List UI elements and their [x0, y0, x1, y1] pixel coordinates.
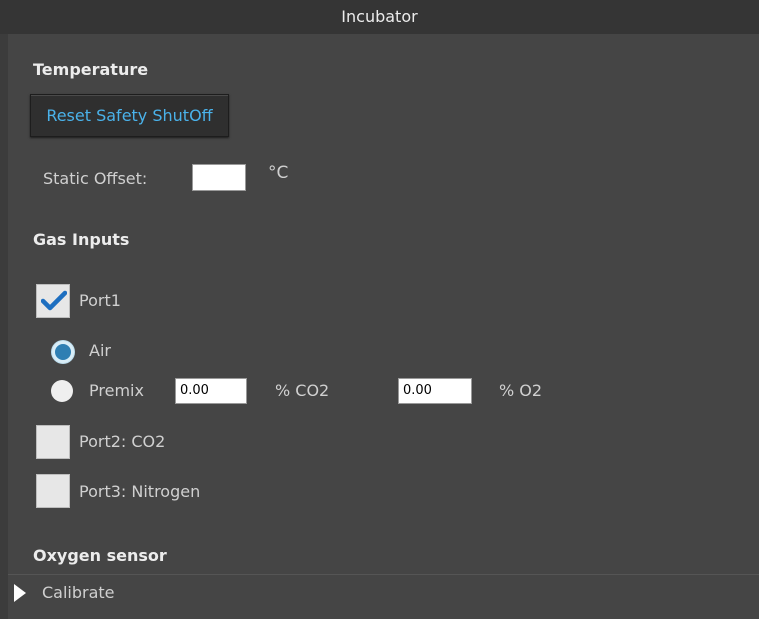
static-offset-input[interactable] — [192, 164, 246, 191]
premix-o2-input[interactable]: 0.00 — [398, 378, 472, 404]
port1-checkbox[interactable] — [36, 284, 70, 318]
static-offset-label: Static Offset: — [43, 169, 148, 188]
temperature-section-title: Temperature — [33, 60, 149, 79]
oxygen-sensor-section-title: Oxygen sensor — [33, 546, 167, 565]
reset-safety-shutoff-button[interactable]: Reset Safety ShutOff — [30, 94, 229, 137]
port1-label: Port1 — [79, 291, 121, 310]
port2-checkbox[interactable] — [36, 425, 70, 459]
calibrate-expander[interactable]: Calibrate — [8, 574, 759, 612]
gas-inputs-section-title: Gas Inputs — [33, 230, 130, 249]
port3-checkbox[interactable] — [36, 474, 70, 508]
o2-unit-label: % O2 — [499, 381, 543, 400]
co2-unit-label: % CO2 — [275, 381, 330, 400]
port3-label: Port3: Nitrogen — [79, 482, 201, 501]
triangle-right-icon — [14, 584, 26, 602]
window-title: Incubator — [0, 0, 759, 34]
port2-label: Port2: CO2 — [79, 432, 166, 451]
checkmark-icon — [41, 290, 67, 311]
calibrate-label: Calibrate — [42, 583, 115, 602]
premix-radio[interactable] — [51, 380, 73, 402]
premix-co2-input[interactable]: 0.00 — [175, 378, 247, 404]
premix-label: Premix — [89, 381, 144, 400]
air-radio[interactable] — [52, 341, 74, 363]
air-label: Air — [89, 341, 111, 360]
celsius-unit-label: °C — [268, 163, 289, 183]
